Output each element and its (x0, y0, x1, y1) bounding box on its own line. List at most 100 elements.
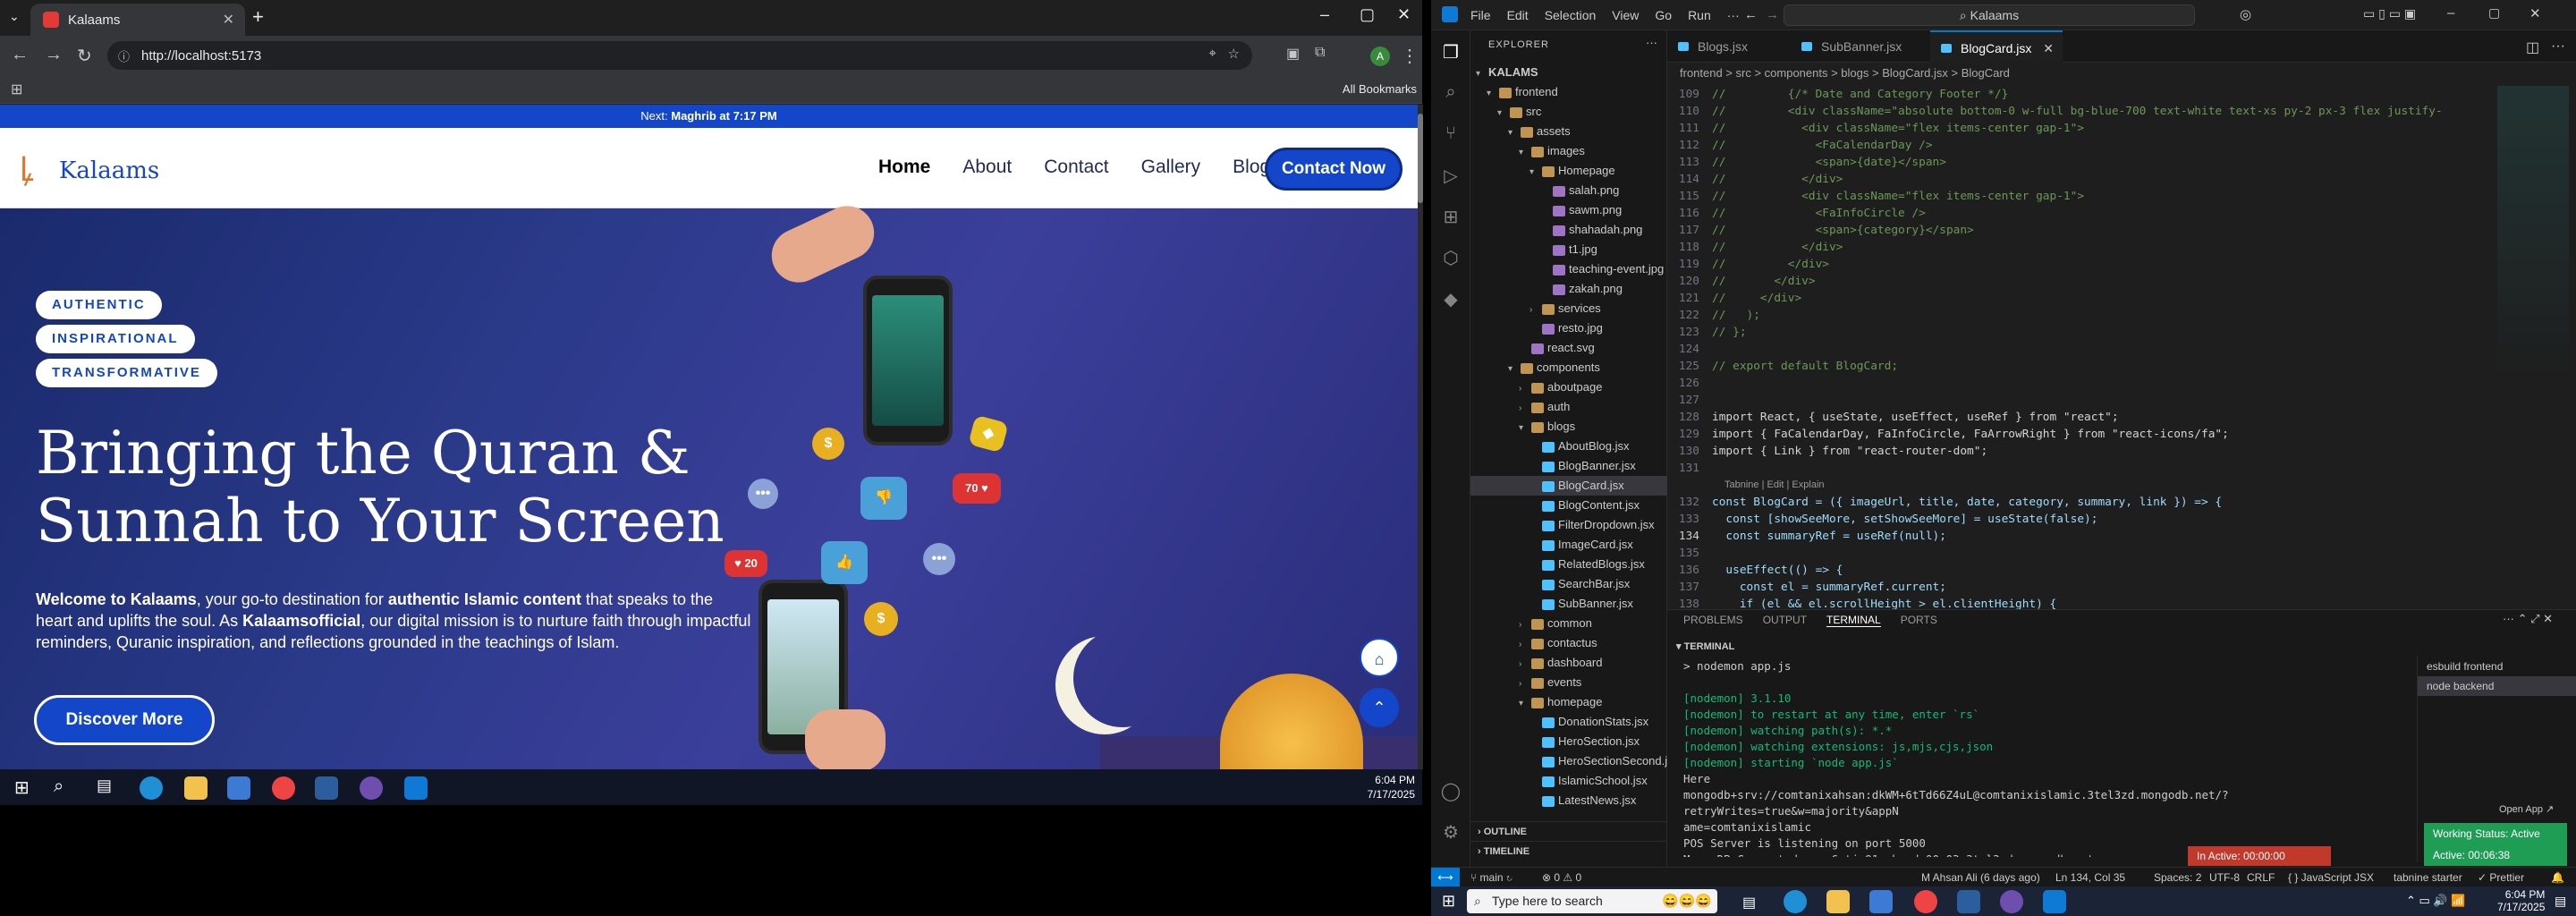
code-line[interactable]: 131 (1667, 460, 2472, 477)
explorer-more-icon[interactable]: ··· (1646, 36, 1657, 49)
tree-file[interactable]: HeroSection.jsx (1470, 732, 1667, 751)
code-line[interactable]: 119 // </div> (1667, 256, 2472, 273)
code-line[interactable]: 128 import React, { useState, useEffect, … (1667, 409, 2472, 426)
tabnine-status[interactable]: tabnine starter (2394, 868, 2462, 887)
terminal-output[interactable]: > nodemon app.js [nodemon] 3.1.10 [nodemon… (1683, 658, 2403, 857)
tree-file[interactable]: DonationStats.jsx (1470, 712, 1667, 732)
edge-icon[interactable] (1784, 890, 1807, 913)
outline-section[interactable]: › OUTLINE (1470, 821, 1667, 841)
chrome-icon[interactable] (272, 776, 295, 800)
github-desktop-icon[interactable] (360, 776, 383, 800)
vscode-maximize-button[interactable]: ▢ (2488, 5, 2500, 21)
tree-file[interactable]: SearchBar.jsx (1470, 574, 1667, 594)
nav-gallery[interactable]: Gallery (1141, 157, 1201, 178)
indentation[interactable]: Spaces: 2 (2154, 868, 2201, 887)
tab-subbanner-jsx[interactable]: SubBanner.jsx (1791, 30, 1930, 63)
encoding[interactable]: UTF-8 (2209, 868, 2240, 887)
code-line[interactable]: 130 import { Link } from "react-router-do… (1667, 443, 2472, 460)
taskbar-search-input[interactable]: ⌕ Type here to search 😄😄😄 (1467, 889, 1717, 913)
cursor-position[interactable]: Ln 134, Col 35 (2055, 868, 2125, 887)
menu-edit[interactable]: Edit (1507, 8, 1529, 22)
tree-file[interactable]: BlogCard.jsx (1470, 476, 1667, 496)
site-info-icon[interactable]: ⓘ (118, 47, 130, 64)
close-window-button[interactable]: ✕ (1397, 5, 1411, 24)
reload-icon[interactable]: ↻ (77, 45, 92, 67)
terminal-instance[interactable]: esbuild frontend (2418, 657, 2576, 676)
menu-view[interactable]: View (1612, 8, 1639, 22)
tree-file[interactable]: HeroSectionSecond.j... (1470, 751, 1677, 771)
store-icon[interactable] (227, 776, 250, 800)
tree-folder[interactable]: ▾ KALAMS (1470, 63, 1667, 82)
tree-folder[interactable]: ▾ src (1470, 102, 1667, 122)
tree-file[interactable]: AboutBlog.jsx (1470, 437, 1667, 456)
tree-file[interactable]: react.svg (1470, 338, 1667, 358)
tree-folder[interactable]: ▾ homepage (1470, 692, 1667, 712)
vscode-icon[interactable] (2043, 890, 2066, 913)
url-bar[interactable]: ⓘ http://localhost:5173 ⌖ ☆ (107, 41, 1252, 70)
accounts-icon[interactable]: ◯ (1440, 780, 1462, 802)
explorer-icon[interactable]: ❐ (1440, 41, 1462, 63)
git-blame[interactable]: M Ahsan Ali (6 days ago) (1921, 868, 2040, 887)
split-editor-icon[interactable]: ◫ (2526, 38, 2539, 56)
inactive-time-button[interactable]: In Active: 00:00:00 (2188, 846, 2331, 866)
tree-folder[interactable]: › events (1470, 673, 1667, 692)
tree-file[interactable]: t1.jpg (1470, 240, 1667, 259)
tree-file[interactable]: BlogContent.jsx (1470, 496, 1667, 515)
nav-about[interactable]: About (962, 157, 1012, 178)
panel-tab-terminal[interactable]: TERMINAL (1826, 614, 1881, 627)
tree-file[interactable]: resto.jpg (1470, 318, 1667, 338)
menu-file[interactable]: File (1470, 8, 1491, 22)
forward-arrow-icon[interactable]: → (45, 45, 63, 65)
maximize-button[interactable]: ▢ (1360, 5, 1375, 24)
windows-start-icon[interactable]: ⊞ (14, 776, 30, 799)
search-icon[interactable]: ⌕ (1440, 82, 1462, 104)
code-line[interactable]: 133 const [showSeeMore, setShowSeeMore] … (1667, 511, 2472, 528)
vscode-insiders-icon[interactable] (315, 776, 338, 800)
code-line[interactable]: 123 // }; (1667, 324, 2472, 341)
code-line[interactable]: 112 // <FaCalendarDay /> (1667, 137, 2472, 154)
tree-file[interactable]: ImageCard.jsx (1470, 535, 1667, 555)
layout-toggle-icon[interactable]: ▭ ▯ ▭ ▣ (2363, 6, 2416, 21)
code-line[interactable]: 109 // {/* Date and Category Footer */} (1667, 86, 2472, 103)
new-tab-button[interactable]: + (252, 5, 264, 29)
panel-tab-output[interactable]: OUTPUT (1763, 614, 1807, 627)
tree-file[interactable]: IslamicSchool.jsx (1470, 771, 1667, 791)
end-of-line[interactable]: CRLF (2247, 868, 2275, 887)
panel-controls-icon[interactable]: ··· ⌃ ⤢ ✕ (2503, 612, 2553, 626)
menu-go[interactable]: Go (1655, 8, 1672, 22)
apps-grid-icon[interactable]: ⊞ (11, 81, 22, 98)
code-line[interactable]: 121 // </div> (1667, 290, 2472, 307)
tab-search-icon[interactable]: ⌄ (9, 9, 20, 24)
terminal-instance[interactable]: node backend (2418, 676, 2576, 696)
menu-more[interactable]: ··· (1727, 8, 1740, 22)
discover-more-button[interactable]: Discover More (34, 695, 215, 745)
edge-icon[interactable] (140, 776, 163, 800)
source-control-icon[interactable]: ⑂ (1440, 123, 1462, 145)
code-line[interactable]: 110 // <div className="absolute bottom-0 … (1667, 103, 2472, 120)
code-line[interactable]: 117 // <span>{category}</span> (1667, 222, 2472, 239)
code-line[interactable]: 137 const el = summaryRef.current; (1667, 579, 2472, 596)
copilot-icon[interactable]: ◎ (2240, 6, 2251, 22)
breadcrumb[interactable]: frontend > src > components > blogs > Bl… (1667, 63, 2576, 84)
scroll-top-button-light[interactable]: ⌂ (1360, 638, 1399, 677)
minimap[interactable] (2497, 86, 2569, 381)
vscode-minimize-button[interactable]: – (2447, 5, 2454, 21)
tree-folder[interactable]: › services (1470, 299, 1667, 318)
location-icon[interactable]: ⌖ (1209, 46, 1216, 61)
all-bookmarks-button[interactable]: All Bookmarks (1343, 82, 1417, 96)
contact-now-button[interactable]: Contact Now (1265, 148, 1402, 191)
problems-count[interactable]: ⊗ 0 ⚠ 0 (1542, 868, 1581, 887)
tree-folder[interactable]: › aboutpage (1470, 377, 1667, 397)
store-icon[interactable] (1869, 890, 1893, 913)
close-tab-icon[interactable]: ✕ (223, 11, 234, 29)
task-view-icon[interactable]: ▤ (1742, 894, 1756, 912)
code-line[interactable]: 120 // </div> (1667, 273, 2472, 290)
prettier-status[interactable]: ✓ Prettier (2478, 868, 2524, 887)
codelens-actions[interactable]: Tabnine | Edit | Explain (1667, 477, 2472, 494)
code-line[interactable]: 114 // </div> (1667, 171, 2472, 188)
tree-folder[interactable]: ▾ assets (1470, 122, 1667, 141)
tab-blogs-jsx[interactable]: Blogs.jsx (1667, 30, 1791, 63)
github-desktop-icon[interactable] (2000, 890, 2023, 913)
panel-tab-ports[interactable]: PORTS (1901, 614, 1937, 627)
minimize-button[interactable]: – (1320, 5, 1329, 24)
